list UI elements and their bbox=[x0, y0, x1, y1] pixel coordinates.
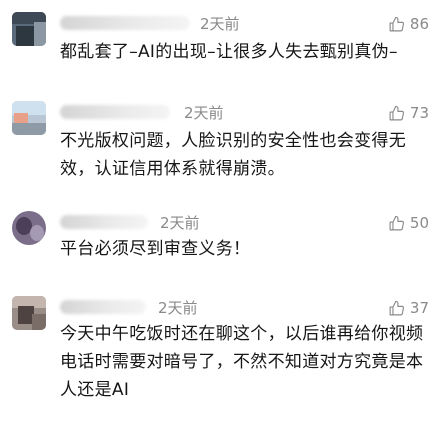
comment-time: 2天前 bbox=[200, 15, 240, 33]
comment-item: 2天前 37 今天中午吃饭时还在聊这个，以后谁再给你视频电话时需要对暗号了，不然… bbox=[0, 288, 443, 426]
like-count: 50 bbox=[409, 214, 429, 232]
comment-time: 2天前 bbox=[158, 299, 198, 317]
avatar[interactable] bbox=[12, 296, 46, 330]
avatar[interactable] bbox=[12, 101, 46, 135]
username[interactable] bbox=[60, 105, 170, 119]
thumbs-up-icon bbox=[389, 105, 404, 120]
username[interactable] bbox=[60, 16, 190, 30]
thumbs-up-icon bbox=[389, 215, 404, 230]
comment-item: 2天前 50 平台必须尽到审查义务！ bbox=[0, 203, 443, 288]
username[interactable] bbox=[60, 300, 146, 314]
comment-item: 2天前 86 都乱套了–AI的出现–让很多人失去甄别真伪– bbox=[0, 0, 443, 95]
thumbs-up-icon bbox=[389, 300, 404, 315]
like-count: 37 bbox=[409, 299, 429, 317]
thumbs-up-icon bbox=[389, 16, 404, 31]
like-count: 86 bbox=[409, 15, 429, 33]
comment-time: 2天前 bbox=[184, 104, 224, 122]
comment-text: 今天中午吃饭时还在聊这个，以后谁再给你视频电话时需要对暗号了，不然不知道对方究竟… bbox=[60, 324, 424, 400]
like-button[interactable]: 73 bbox=[388, 103, 429, 123]
like-button[interactable]: 86 bbox=[388, 14, 429, 34]
comment-text: 都乱套了–AI的出现–让很多人失去甄别真伪– bbox=[60, 42, 398, 62]
avatar[interactable] bbox=[12, 12, 46, 46]
like-button[interactable]: 50 bbox=[388, 213, 429, 233]
like-button[interactable]: 37 bbox=[388, 298, 429, 318]
comment-text: 平台必须尽到审查义务！ bbox=[60, 239, 251, 259]
username[interactable] bbox=[60, 215, 148, 229]
comment-text: 不光版权问题，人脸识别的安全性也会变得无效，认证信用体系就得崩溃。 bbox=[60, 131, 406, 179]
like-count: 73 bbox=[409, 104, 429, 122]
avatar[interactable] bbox=[12, 211, 46, 245]
comment-time: 2天前 bbox=[160, 214, 200, 232]
comment-item: 2天前 73 不光版权问题，人脸识别的安全性也会变得无效，认证信用体系就得崩溃。 bbox=[0, 95, 443, 203]
